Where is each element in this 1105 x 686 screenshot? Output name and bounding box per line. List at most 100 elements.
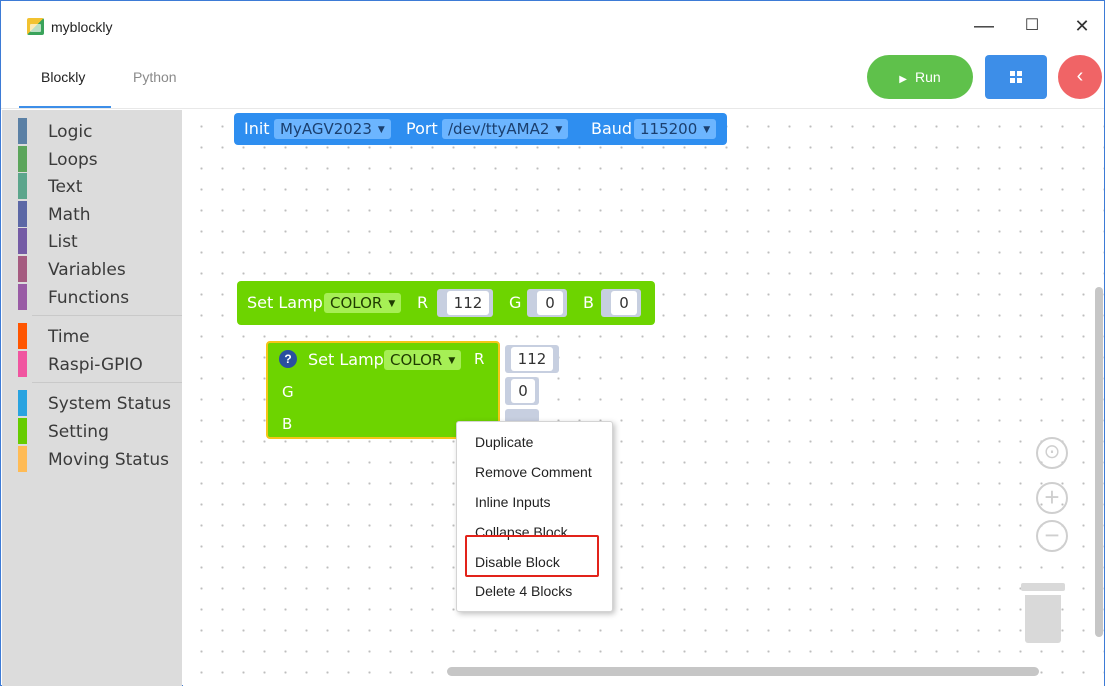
play-icon: ▶: [899, 74, 907, 85]
device-value: MyAGV2023: [280, 120, 372, 138]
category-label: Raspi-GPIO: [48, 355, 143, 375]
dropdown-arrow-icon: ▼: [377, 125, 385, 135]
title-bar: myblockly — ☐ ✕: [1, 1, 1104, 51]
r-label: R: [474, 350, 485, 368]
category-color-swatch: [18, 323, 27, 349]
tab-python[interactable]: Python: [133, 69, 177, 85]
chevron-left-icon: ‹: [1076, 65, 1084, 87]
tab-blockly[interactable]: Blockly: [41, 69, 85, 85]
set-lamp-label: Set Lamp: [247, 293, 323, 312]
lamp-mode-dropdown[interactable]: COLOR ▼: [384, 350, 462, 370]
minimize-button[interactable]: —: [969, 13, 999, 39]
r-value-input[interactable]: 112: [511, 347, 553, 371]
help-icon[interactable]: ?: [279, 350, 297, 368]
vertical-scrollbar[interactable]: [1095, 287, 1103, 637]
lamp-mode-dropdown[interactable]: COLOR ▼: [324, 293, 402, 313]
trash-lid: [1021, 583, 1065, 591]
set-lamp-label: Set Lamp: [308, 350, 384, 369]
g-value-input[interactable]: 0: [511, 379, 535, 403]
set-lamp-inline-block[interactable]: Set Lamp COLOR ▼ R 112 G 0 B 0: [237, 281, 655, 325]
category-separator: [32, 315, 182, 316]
grid-view-button[interactable]: [985, 55, 1047, 99]
category-color-swatch: [18, 146, 27, 172]
r-label: R: [417, 293, 429, 312]
baud-value: 115200: [640, 120, 698, 138]
highlight-annotation-box: [465, 535, 599, 577]
menu-item-delete-blocks[interactable]: Delete 4 Blocks: [475, 583, 572, 599]
category-functions[interactable]: Functions: [2, 284, 182, 310]
category-text[interactable]: Text: [2, 173, 182, 199]
category-color-swatch: [18, 418, 27, 444]
category-moving-status[interactable]: Moving Status: [2, 446, 182, 472]
category-color-swatch: [18, 228, 27, 254]
dropdown-arrow-icon: ▼: [388, 299, 396, 309]
init-block[interactable]: Init MyAGV2023 ▼ Port /dev/ttyAMA2 ▼ Baud …: [234, 113, 727, 145]
maximize-button[interactable]: ☐: [1017, 13, 1047, 39]
horizontal-scrollbar[interactable]: [447, 667, 1039, 676]
category-loops[interactable]: Loops: [2, 146, 182, 172]
port-label: Port: [406, 119, 438, 138]
b-label: B: [282, 415, 293, 433]
device-dropdown[interactable]: MyAGV2023 ▼: [274, 119, 391, 139]
port-value: /dev/ttyAMA2: [448, 120, 550, 138]
app-window: myblockly — ☐ ✕ Blockly Python ▶ Run ‹ Lo…: [0, 0, 1105, 686]
category-system-status[interactable]: System Status: [2, 390, 182, 416]
app-title: myblockly: [51, 19, 113, 35]
g-value-input[interactable]: 0: [537, 291, 563, 315]
port-dropdown[interactable]: /dev/ttyAMA2 ▼: [442, 119, 569, 139]
category-color-swatch: [18, 351, 27, 377]
lamp-mode-value: COLOR: [390, 351, 443, 369]
category-label: Variables: [48, 260, 126, 280]
category-color-swatch: [18, 256, 27, 282]
category-label: System Status: [48, 394, 171, 414]
category-label: Time: [48, 327, 90, 347]
category-label: Math: [48, 205, 91, 225]
category-list[interactable]: List: [2, 228, 182, 254]
close-window-button[interactable]: ✕: [1067, 13, 1097, 39]
tab-bar: Blockly Python ▶ Run ‹: [1, 51, 1104, 109]
category-label: Setting: [48, 422, 109, 442]
dropdown-arrow-icon: ▼: [555, 125, 563, 135]
init-block-label: Init: [244, 119, 270, 138]
category-math[interactable]: Math: [2, 201, 182, 227]
category-label: Text: [48, 177, 83, 197]
zoom-in-icon[interactable]: +: [1036, 482, 1068, 514]
active-tab-indicator: [19, 106, 111, 108]
b-value-input[interactable]: 0: [611, 291, 637, 315]
b-label: B: [583, 293, 594, 312]
zoom-out-icon[interactable]: −: [1036, 520, 1068, 552]
run-button-label: Run: [915, 69, 941, 85]
baud-dropdown[interactable]: 115200 ▼: [634, 119, 717, 139]
category-time[interactable]: Time: [2, 323, 182, 349]
category-label: Loops: [48, 150, 98, 170]
lamp-mode-value: COLOR: [330, 294, 383, 312]
back-button[interactable]: ‹: [1058, 55, 1102, 99]
category-separator: [32, 382, 182, 383]
category-label: Functions: [48, 288, 130, 308]
category-color-swatch: [18, 173, 27, 199]
app-logo-icon: [27, 18, 44, 35]
trash-can: [1025, 595, 1061, 643]
toolbox-sidebar: Logic Loops Text Math List Variables Fun…: [2, 110, 182, 686]
menu-item-inline-inputs[interactable]: Inline Inputs: [475, 494, 551, 510]
dropdown-arrow-icon: ▼: [448, 356, 456, 366]
center-workspace-icon[interactable]: ⊙: [1036, 437, 1068, 469]
category-label: Logic: [48, 122, 93, 142]
category-logic[interactable]: Logic: [2, 118, 182, 144]
g-label: G: [509, 293, 522, 312]
menu-item-duplicate[interactable]: Duplicate: [475, 434, 533, 450]
category-raspi-gpio[interactable]: Raspi-GPIO: [2, 351, 182, 377]
trash-icon[interactable]: [1021, 583, 1065, 643]
r-value-input[interactable]: 112: [447, 291, 489, 315]
category-color-swatch: [18, 201, 27, 227]
menu-item-remove-comment[interactable]: Remove Comment: [475, 464, 592, 480]
run-button[interactable]: ▶ Run: [867, 55, 973, 99]
category-label: List: [48, 232, 78, 252]
g-label: G: [282, 383, 294, 401]
category-variables[interactable]: Variables: [2, 256, 182, 282]
category-label: Moving Status: [48, 450, 169, 470]
baud-label: Baud: [591, 119, 633, 138]
category-color-swatch: [18, 446, 27, 472]
category-setting[interactable]: Setting: [2, 418, 182, 444]
category-color-swatch: [18, 390, 27, 416]
